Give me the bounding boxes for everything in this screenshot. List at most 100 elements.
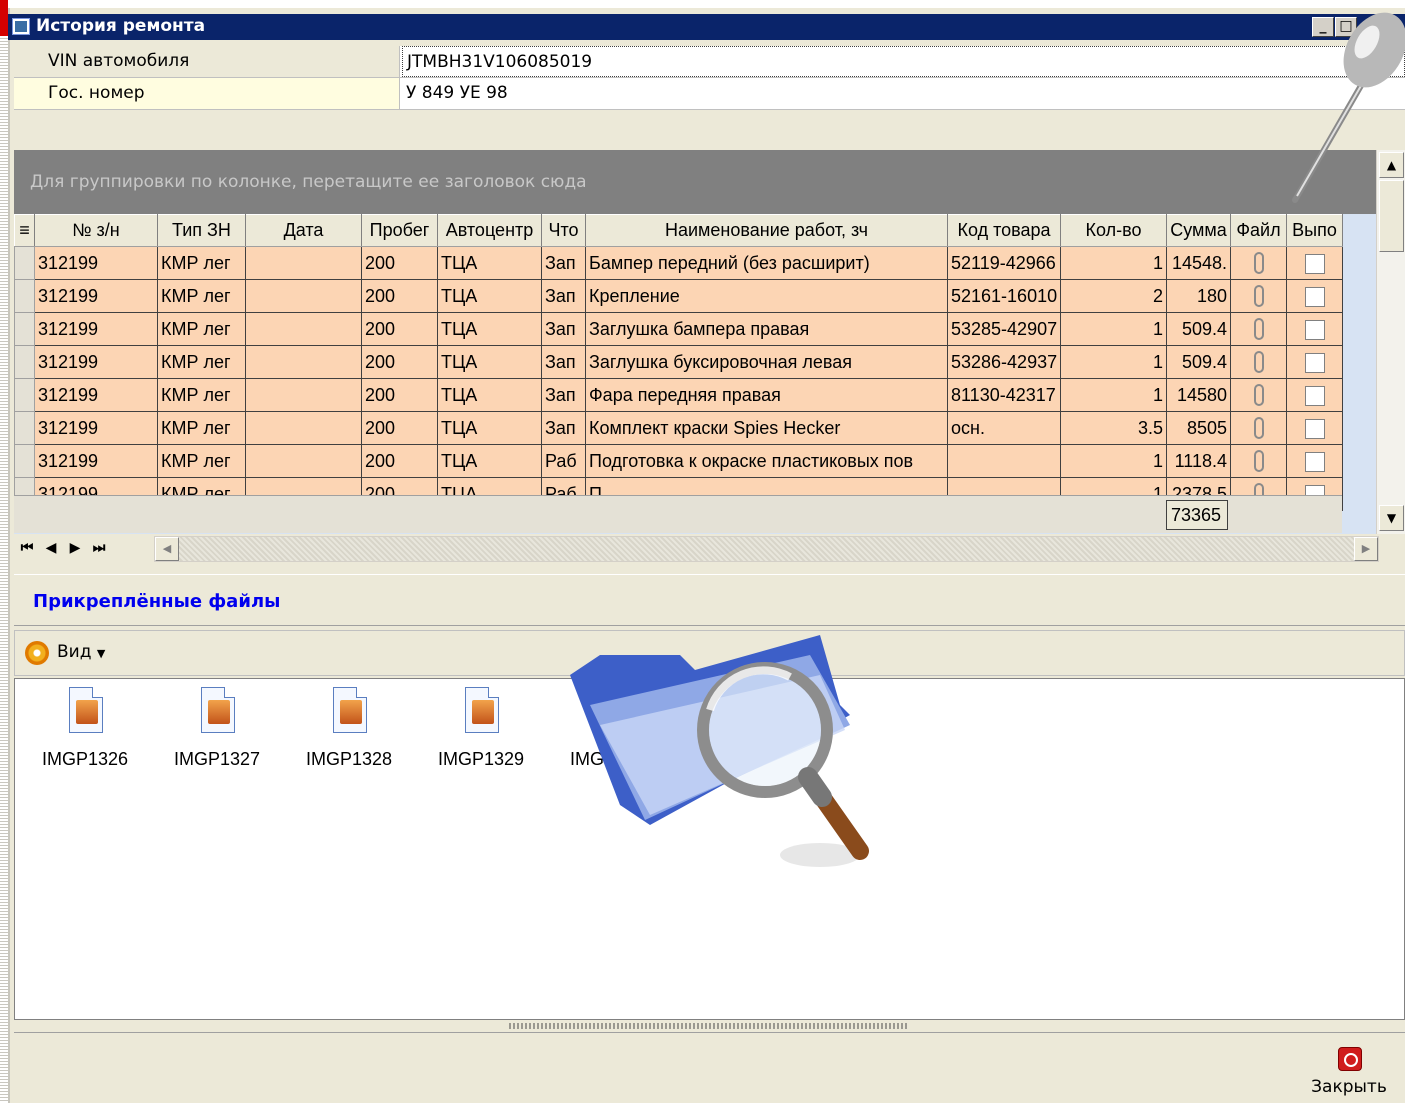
cell-done[interactable]: [1286, 279, 1343, 313]
panel-splitter[interactable]: [14, 1020, 1405, 1032]
header-work-name[interactable]: Наименование работ, зч: [585, 214, 948, 247]
cell-service-center[interactable]: ТЦА: [437, 279, 542, 313]
title-bar[interactable]: История ремонта _ □: [8, 14, 1405, 40]
cell-quantity[interactable]: 1: [1060, 378, 1167, 412]
cell-done[interactable]: [1286, 246, 1343, 280]
first-record-button[interactable]: ⏮: [16, 536, 38, 560]
view-gear-icon[interactable]: [25, 641, 49, 665]
cell-product-code[interactable]: 53285-42907: [947, 312, 1061, 346]
cell-mileage[interactable]: 200: [361, 312, 438, 346]
paperclip-icon[interactable]: [1253, 417, 1264, 440]
cell-order-type[interactable]: КМР лег: [157, 378, 246, 412]
cell-product-code[interactable]: [947, 444, 1061, 478]
cell-mileage[interactable]: 200: [361, 345, 438, 379]
cell-order-type[interactable]: КМР лег: [157, 246, 246, 280]
table-row[interactable]: 312199 КМР лег 200 ТЦА Зап Заглушка бампера п…: [14, 312, 1343, 346]
next-record-button[interactable]: ▶: [64, 536, 86, 560]
cell-order-type[interactable]: КМР лег: [157, 312, 246, 346]
cell-done[interactable]: [1286, 411, 1343, 445]
cell-file[interactable]: [1230, 246, 1287, 280]
row-indicator[interactable]: [14, 378, 35, 412]
cell-what[interactable]: Зап: [541, 378, 586, 412]
cell-date[interactable]: [245, 246, 362, 280]
cell-file[interactable]: [1230, 411, 1287, 445]
cell-done[interactable]: [1286, 312, 1343, 346]
cell-sum[interactable]: 509.4: [1166, 312, 1231, 346]
cell-date[interactable]: [245, 279, 362, 313]
column-selector-icon[interactable]: ≡: [14, 214, 35, 247]
paperclip-icon[interactable]: [1253, 351, 1264, 374]
cell-what[interactable]: Раб: [541, 444, 586, 478]
cell-quantity[interactable]: 2: [1060, 279, 1167, 313]
table-row[interactable]: 312199 КМР лег 200 ТЦА Зап Фара передняя прав…: [14, 378, 1343, 412]
table-row[interactable]: 312199 КМР лег 200 ТЦА Зап Бампер передний (б…: [14, 246, 1343, 280]
row-indicator[interactable]: [14, 312, 35, 346]
header-sum[interactable]: Сумма: [1166, 214, 1231, 247]
paperclip-icon[interactable]: [1253, 285, 1264, 308]
done-checkbox[interactable]: [1304, 451, 1325, 472]
cell-work-name[interactable]: Подготовка к окраске пластиковых пов: [585, 444, 948, 478]
cell-service-center[interactable]: ТЦА: [437, 411, 542, 445]
header-quantity[interactable]: Кол-во: [1060, 214, 1167, 247]
cell-mileage[interactable]: 200: [361, 378, 438, 412]
cell-order-type[interactable]: КМР лег: [157, 444, 246, 478]
vin-value[interactable]: JTMBH31V106085019: [402, 46, 1405, 77]
cell-quantity[interactable]: 1: [1060, 246, 1167, 280]
last-record-button[interactable]: ⏭: [88, 536, 110, 560]
cell-what[interactable]: Зап: [541, 246, 586, 280]
cell-date[interactable]: [245, 378, 362, 412]
cell-date[interactable]: [245, 444, 362, 478]
header-mileage[interactable]: Пробег: [361, 214, 438, 247]
cell-work-name[interactable]: Заглушка буксировочная левая: [585, 345, 948, 379]
cell-done[interactable]: [1286, 444, 1343, 478]
scroll-down-button[interactable]: ▼: [1379, 505, 1404, 531]
done-checkbox[interactable]: [1304, 319, 1325, 340]
header-what[interactable]: Что: [541, 214, 586, 247]
group-by-panel[interactable]: Для группировки по колонке, перетащите е…: [14, 150, 1376, 214]
cell-product-code[interactable]: осн.: [947, 411, 1061, 445]
cell-file[interactable]: [1230, 378, 1287, 412]
cell-date[interactable]: [245, 312, 362, 346]
paperclip-icon[interactable]: [1253, 318, 1264, 341]
row-indicator[interactable]: [14, 279, 35, 313]
row-indicator[interactable]: [14, 246, 35, 280]
cell-mileage[interactable]: 200: [361, 246, 438, 280]
cell-order-no[interactable]: 312199: [34, 411, 158, 445]
cell-file[interactable]: [1230, 444, 1287, 478]
cell-order-no[interactable]: 312199: [34, 279, 158, 313]
cell-service-center[interactable]: ТЦА: [437, 378, 542, 412]
cell-file[interactable]: [1230, 345, 1287, 379]
cell-done[interactable]: [1286, 345, 1343, 379]
header-service-center[interactable]: Автоцентр: [437, 214, 542, 247]
cell-order-type[interactable]: КМР лег: [157, 345, 246, 379]
done-checkbox[interactable]: [1304, 286, 1325, 307]
cell-product-code[interactable]: 53286-42937: [947, 345, 1061, 379]
cell-service-center[interactable]: ТЦА: [437, 312, 542, 346]
cell-order-no[interactable]: 312199: [34, 378, 158, 412]
cell-order-no[interactable]: 312199: [34, 246, 158, 280]
header-order-type[interactable]: Тип ЗН: [157, 214, 246, 247]
cell-mileage[interactable]: 200: [361, 279, 438, 313]
splitter-grip[interactable]: [509, 1023, 909, 1029]
cell-sum[interactable]: 8505: [1166, 411, 1231, 445]
cell-product-code[interactable]: 81130-42317: [947, 378, 1061, 412]
table-row[interactable]: 312199 КМР лег 200 ТЦА Раб Подготовка к окрас…: [14, 444, 1343, 478]
cell-work-name[interactable]: Комплект краски Spies Hecker: [585, 411, 948, 445]
scroll-right-button[interactable]: ▶: [1354, 537, 1378, 561]
cell-date[interactable]: [245, 411, 362, 445]
prev-record-button[interactable]: ◀: [40, 536, 62, 560]
cell-order-type[interactable]: КМР лег: [157, 411, 246, 445]
view-menu-button[interactable]: Вид ▼: [57, 642, 105, 662]
cell-file[interactable]: [1230, 312, 1287, 346]
done-checkbox[interactable]: [1304, 418, 1325, 439]
cell-service-center[interactable]: ТЦА: [437, 246, 542, 280]
cell-work-name[interactable]: Бампер передний (без расширит): [585, 246, 948, 280]
header-order-no[interactable]: № з/н: [34, 214, 158, 247]
cell-what[interactable]: Зап: [541, 411, 586, 445]
row-indicator[interactable]: [14, 345, 35, 379]
cell-what[interactable]: Зап: [541, 279, 586, 313]
table-row[interactable]: 312199 КМР лег 200 ТЦА Зап Заглушка буксирово…: [14, 345, 1343, 379]
cell-service-center[interactable]: ТЦА: [437, 345, 542, 379]
cell-what[interactable]: Зап: [541, 345, 586, 379]
table-row[interactable]: 312199 КМР лег 200 ТЦА Зап Комплект краски Sp…: [14, 411, 1343, 445]
